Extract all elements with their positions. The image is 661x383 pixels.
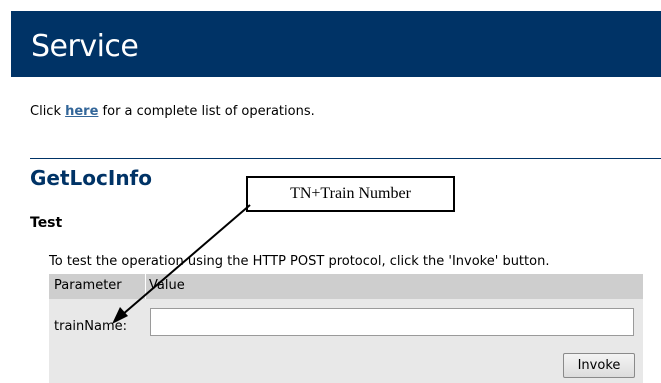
column-separator	[145, 274, 146, 299]
page-title: Service	[31, 29, 139, 64]
intro-text: Click here for a complete list of operat…	[30, 104, 315, 120]
parameter-table-header: Parameter Value	[49, 274, 643, 299]
annotation-callout: TN+Train Number	[246, 176, 455, 212]
parameter-column-header: Parameter	[54, 278, 122, 293]
page-banner: Service	[11, 11, 661, 77]
test-instructions: To test the operation using the HTTP POS…	[49, 254, 550, 269]
parameter-table-body: trainName: Invoke	[49, 299, 643, 383]
operation-divider	[30, 158, 661, 159]
operation-title: GetLocInfo	[30, 166, 153, 190]
train-name-input[interactable]	[150, 308, 634, 336]
parameter-table: Parameter Value trainName: Invoke	[49, 274, 643, 383]
test-heading: Test	[30, 215, 63, 231]
value-column-header: Value	[149, 278, 185, 293]
intro-suffix: for a complete list of operations.	[98, 104, 315, 119]
operations-list-link[interactable]: here	[65, 104, 98, 119]
train-name-label: trainName:	[54, 319, 127, 334]
intro-prefix: Click	[30, 104, 66, 119]
invoke-button[interactable]: Invoke	[563, 353, 635, 378]
